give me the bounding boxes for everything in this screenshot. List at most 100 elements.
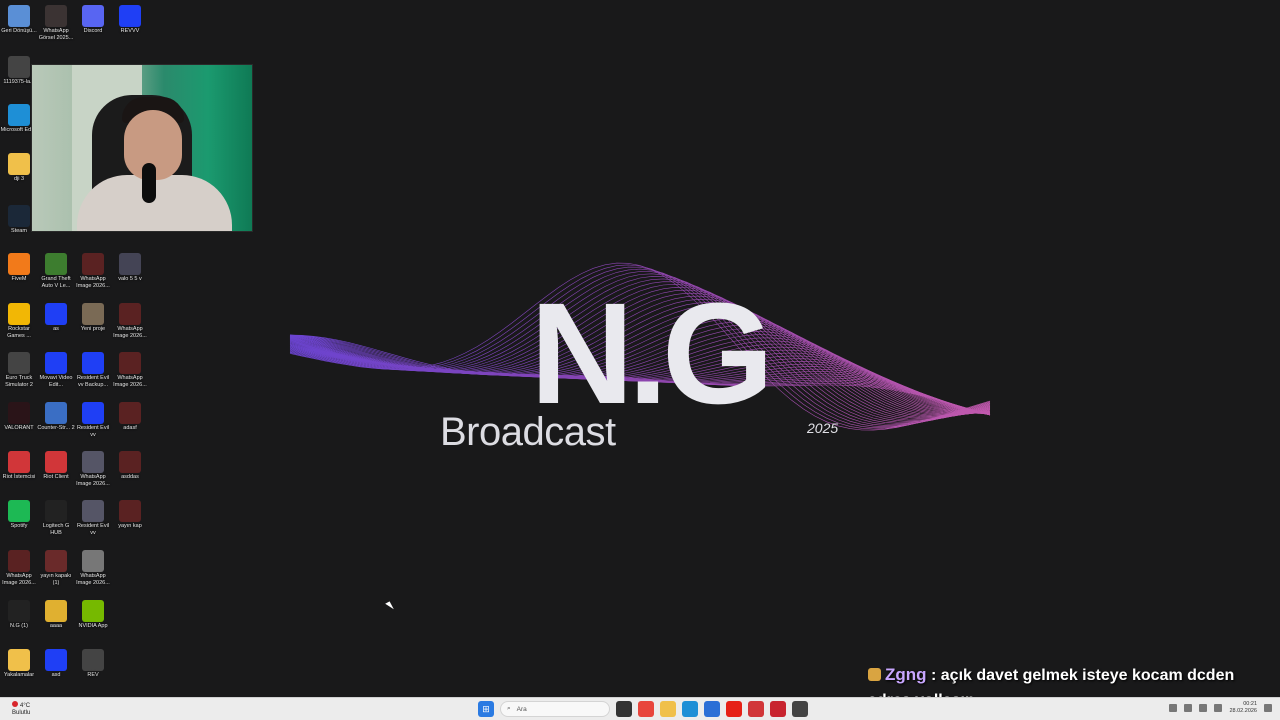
valorant-icon bbox=[8, 402, 30, 424]
cs2-icon bbox=[45, 402, 67, 424]
desktop-icon-label: valo 5 5 v bbox=[118, 276, 142, 282]
image-icon bbox=[8, 600, 30, 622]
nvidia-icon bbox=[82, 600, 104, 622]
desktop-icon[interactable]: WhatsApp Image 2026... bbox=[74, 550, 112, 587]
riot-icon bbox=[45, 451, 67, 473]
desktop-icon-label: Euro Truck Simulator 2 bbox=[5, 375, 33, 388]
desktop-icon-label: Rockstar Games ... bbox=[7, 326, 31, 339]
desktop-icon[interactable]: NVIDIA App bbox=[74, 600, 112, 630]
image-icon bbox=[8, 56, 30, 78]
desktop-icon[interactable]: asddas bbox=[111, 451, 149, 481]
desktop-icon[interactable]: WhatsApp Image 2026... bbox=[0, 550, 38, 587]
desktop-icon[interactable]: as bbox=[37, 303, 75, 333]
webcam-overlay bbox=[31, 64, 253, 232]
desktop-icon-label: as bbox=[53, 326, 59, 332]
app-icon bbox=[82, 402, 104, 424]
desktop-icon[interactable]: Rockstar Games ... bbox=[0, 303, 38, 340]
desktop-icon[interactable]: adasf bbox=[111, 402, 149, 432]
image-icon bbox=[119, 352, 141, 374]
folder-icon bbox=[45, 600, 67, 622]
chevron-up-icon[interactable] bbox=[1169, 704, 1178, 712]
desktop-icon-label: WhatsApp Image 2026... bbox=[113, 375, 147, 388]
desktop-icon[interactable]: asd bbox=[37, 649, 75, 679]
desktop-icon-label: WhatsApp Görsel 2025... bbox=[38, 28, 74, 41]
desktop-icon-label: aaaa bbox=[49, 623, 63, 629]
desktop-icon-label: yayın kapakı (1) bbox=[40, 573, 72, 586]
desktop-icon[interactable]: FiveM bbox=[0, 253, 38, 283]
desktop-icon[interactable]: yayın kapakı (1) bbox=[37, 550, 75, 587]
desktop-icon-label: VALORANT bbox=[4, 425, 34, 431]
desktop-icon[interactable]: Logitech G HUB bbox=[37, 500, 75, 537]
edge-icon[interactable] bbox=[682, 701, 698, 717]
image-icon bbox=[82, 550, 104, 572]
volume-icon[interactable] bbox=[1214, 704, 1223, 712]
desktop-icon[interactable]: Movavi Video Edit... bbox=[37, 352, 75, 389]
image-icon bbox=[119, 402, 141, 424]
desktop-icon[interactable]: Grand Theft Auto V Le... bbox=[37, 253, 75, 290]
desktop-icon[interactable]: Resident Evil vv Backup... bbox=[74, 352, 112, 389]
image-icon bbox=[82, 303, 104, 325]
image-icon bbox=[45, 550, 67, 572]
desktop-icon[interactable]: Riot Client bbox=[37, 451, 75, 481]
desktop-icon[interactable]: yayın kap bbox=[111, 500, 149, 530]
weather-desc: Bulutlu bbox=[12, 710, 31, 716]
truck-icon bbox=[8, 352, 30, 374]
desktop-icon-label: Geri Dönüşü... bbox=[1, 28, 37, 34]
microphone-icon[interactable] bbox=[1184, 704, 1193, 712]
desktop-icon[interactable]: Riot İstemcisi bbox=[0, 451, 38, 481]
clock[interactable]: 00:21 28.02.2026 bbox=[1229, 701, 1257, 715]
desktop-icon[interactable]: VALORANT bbox=[0, 402, 38, 432]
search-box[interactable]: ⌕ Ara bbox=[500, 701, 610, 717]
desktop-icon[interactable]: WhatsApp Image 2026... bbox=[74, 253, 112, 290]
chat-separator: : bbox=[926, 667, 941, 684]
logo-subtitle: Broadcast bbox=[440, 410, 616, 454]
file-explorer-icon[interactable] bbox=[660, 701, 676, 717]
desktop-icon[interactable]: aaaa bbox=[37, 600, 75, 630]
desktop-icon[interactable]: Resident Evil vv bbox=[74, 402, 112, 439]
desktop-icon-label: Yeni proje bbox=[80, 326, 106, 332]
youtube-icon[interactable] bbox=[726, 701, 742, 717]
start-button[interactable]: ⊞ bbox=[478, 701, 494, 717]
desktop-icon[interactable]: REV bbox=[74, 649, 112, 679]
logo-year: 2025 bbox=[807, 420, 839, 436]
desktop-icon-label: WhatsApp Image 2026... bbox=[2, 573, 36, 586]
desktop-icon-label: Spotify bbox=[10, 523, 28, 529]
rockstar-icon bbox=[8, 303, 30, 325]
desktop-icon[interactable]: Yakalamalar bbox=[0, 649, 38, 679]
image-icon bbox=[45, 5, 67, 27]
system-tray: 00:21 28.02.2026 bbox=[1169, 701, 1272, 715]
task-view-icon[interactable] bbox=[616, 701, 632, 717]
desktop-icon[interactable]: Spotify bbox=[0, 500, 38, 530]
gta-icon bbox=[45, 253, 67, 275]
notification-icon[interactable] bbox=[1264, 704, 1272, 712]
network-icon[interactable] bbox=[1199, 704, 1208, 712]
desktop-icon[interactable]: WhatsApp Görsel 2025... bbox=[37, 5, 75, 42]
desktop-icon[interactable]: Counter-Str... 2 bbox=[37, 402, 75, 432]
chat-username: Zgng bbox=[885, 665, 927, 684]
desktop-icon[interactable]: WhatsApp Image 2026... bbox=[111, 303, 149, 340]
desktop-icon-label: WhatsApp Image 2026... bbox=[76, 474, 110, 487]
store-icon[interactable] bbox=[704, 701, 720, 717]
desktop-icon[interactable]: Euro Truck Simulator 2 bbox=[0, 352, 38, 389]
desktop-icon[interactable]: valo 5 5 v bbox=[111, 253, 149, 283]
desktop-icon[interactable]: Yeni proje bbox=[74, 303, 112, 333]
app-icon[interactable] bbox=[792, 701, 808, 717]
desktop-icon[interactable]: WhatsApp Image 2026... bbox=[111, 352, 149, 389]
riot-icon[interactable] bbox=[748, 701, 764, 717]
desktop-icon-label: REVVV bbox=[120, 28, 140, 34]
desktop-icon[interactable]: Discord bbox=[74, 5, 112, 35]
logo-title: N.G bbox=[530, 273, 774, 434]
desktop-icon[interactable]: REVVV bbox=[111, 5, 149, 35]
valorant-icon[interactable] bbox=[770, 701, 786, 717]
desktop-icon-label: yayın kap bbox=[118, 523, 142, 529]
edge-icon bbox=[8, 104, 30, 126]
weather-widget[interactable]: 4°C Bulutlu bbox=[12, 701, 30, 717]
desktop-icon[interactable]: Resident Evil vv bbox=[74, 500, 112, 537]
desktop-icon[interactable]: WhatsApp Image 2026... bbox=[74, 451, 112, 488]
desktop-icon[interactable]: N.G (1) bbox=[0, 600, 38, 630]
desktop-icon-label: FiveM bbox=[11, 276, 27, 282]
desktop-icon[interactable]: Geri Dönüşü... bbox=[0, 5, 38, 35]
chrome-icon[interactable] bbox=[638, 701, 654, 717]
desktop-icon-label: Counter-Str... 2 bbox=[37, 425, 75, 431]
image-icon bbox=[119, 500, 141, 522]
